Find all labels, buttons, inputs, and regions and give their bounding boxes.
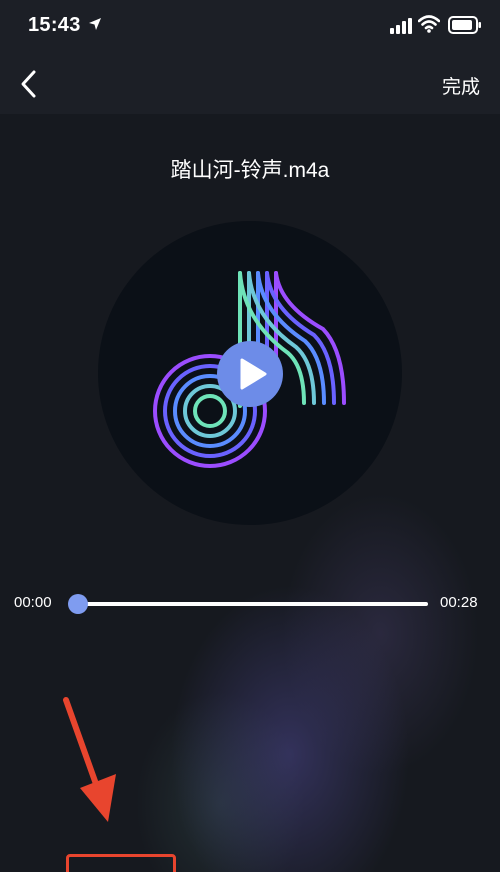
red-arrow-annotation bbox=[63, 697, 116, 822]
status-time: 15:43 bbox=[28, 14, 81, 36]
progress-slider-track[interactable] bbox=[78, 602, 428, 606]
red-highlight-box bbox=[66, 854, 176, 872]
wifi-icon bbox=[418, 15, 440, 33]
status-bar: 15:43 bbox=[0, 0, 500, 56]
duration-time: 00:28 bbox=[440, 594, 478, 611]
play-button[interactable] bbox=[217, 341, 283, 407]
file-name-title: 踏山河-铃声.m4a bbox=[170, 159, 330, 182]
done-button[interactable]: 完成 bbox=[442, 72, 480, 99]
current-time: 00:00 bbox=[14, 594, 52, 611]
cellular-signal-icon bbox=[390, 18, 412, 34]
battery-icon bbox=[448, 16, 481, 34]
play-icon bbox=[240, 358, 267, 390]
location-arrow-icon bbox=[89, 18, 101, 30]
progress-slider-knob[interactable] bbox=[68, 594, 88, 614]
nav-bar: 完成 bbox=[0, 56, 500, 114]
back-button[interactable] bbox=[14, 66, 48, 102]
chevron-left-icon bbox=[21, 70, 36, 98]
